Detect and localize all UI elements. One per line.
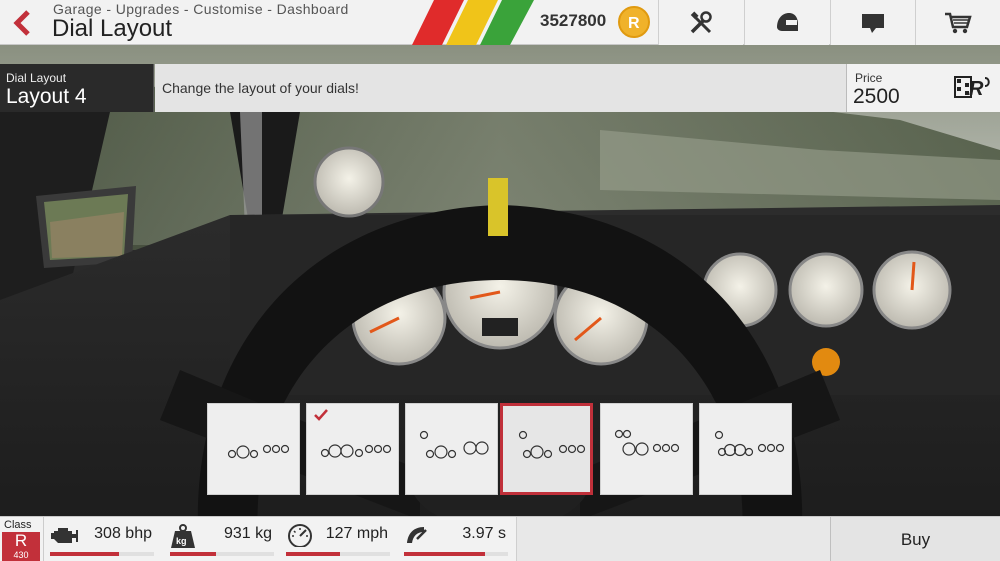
brand-stripes [412, 0, 534, 45]
shop-button[interactable] [915, 0, 1000, 45]
acceleration-icon [407, 527, 427, 543]
power-bar [50, 552, 154, 556]
svg-text:kg: kg [176, 536, 187, 546]
price-value: 2500 [853, 85, 900, 108]
description-panel: Change the layout of your dials! [155, 64, 846, 112]
stat-acceleration: 3.97 s [400, 517, 510, 561]
power-value: 308 bhp [94, 525, 152, 542]
back-icon [12, 9, 30, 36]
bottom-stats-bar: Class R 430 308 bhp kg 931 kg 127 mph 3.… [0, 516, 1000, 561]
svg-text:R: R [969, 78, 984, 100]
weight-value: 931 kg [223, 525, 272, 542]
upgrade-info-bar: Dial Layout Layout 4 Change the layout o… [0, 64, 1000, 112]
buy-button[interactable]: Buy [830, 517, 1000, 561]
r-coin-icon: R [618, 6, 650, 38]
layout-option-1[interactable] [207, 403, 300, 495]
price-panel: Price 2500 R [846, 64, 1000, 112]
acceleration-value: 3.97 s [462, 525, 506, 542]
currency-amount: 3527800 [540, 11, 607, 30]
svg-text:R: R [628, 15, 640, 31]
back-button[interactable] [0, 0, 45, 45]
stat-top-speed: 127 mph [282, 517, 392, 561]
dial-layout-options [207, 403, 793, 495]
page-title: Dial Layout [52, 15, 173, 42]
class-label: Class [4, 519, 32, 531]
layout-name: Layout 4 [6, 85, 87, 108]
profile-button[interactable] [744, 0, 829, 45]
acceleration-bar-fill [404, 552, 486, 556]
layout-option-2[interactable] [306, 403, 399, 495]
class-rating: 430 [13, 550, 29, 560]
speed-bar-fill [286, 552, 341, 556]
weight-bar-fill [170, 552, 216, 556]
price-label: Price [855, 71, 883, 85]
tools-button[interactable] [658, 0, 743, 45]
layout-option-6[interactable] [699, 403, 792, 495]
class-badge: R 430 [2, 532, 40, 561]
r-points-icon: R [954, 76, 990, 100]
helmet-icon [777, 12, 798, 31]
stat-weight: kg 931 kg [166, 517, 276, 561]
weight-bar [170, 552, 274, 556]
top-bar: Garage - Upgrades - Customise - Dashboar… [0, 0, 1000, 45]
bottom-spacer [516, 517, 830, 561]
description-text: Change the layout of your dials! [162, 80, 359, 96]
acceleration-bar [404, 552, 508, 556]
weight-icon: kg [171, 524, 195, 548]
layout-name-panel: Dial Layout Layout 4 [0, 64, 154, 112]
stat-power: 308 bhp [46, 517, 156, 561]
speed-bar [286, 552, 390, 556]
layout-option-3[interactable] [405, 403, 498, 495]
messages-button[interactable] [830, 0, 915, 45]
tools-icon [690, 10, 712, 33]
speedometer-icon [288, 524, 312, 547]
class-letter: R [14, 531, 28, 550]
engine-icon [51, 528, 78, 543]
power-bar-fill [50, 552, 119, 556]
layout-label: Dial Layout [6, 71, 67, 85]
class-box: Class R 430 [0, 517, 44, 561]
layout-option-4[interactable] [500, 403, 593, 495]
speed-value: 127 mph [325, 525, 388, 542]
layout-option-5[interactable] [600, 403, 693, 495]
chat-icon [862, 13, 884, 33]
cart-icon [945, 12, 972, 33]
